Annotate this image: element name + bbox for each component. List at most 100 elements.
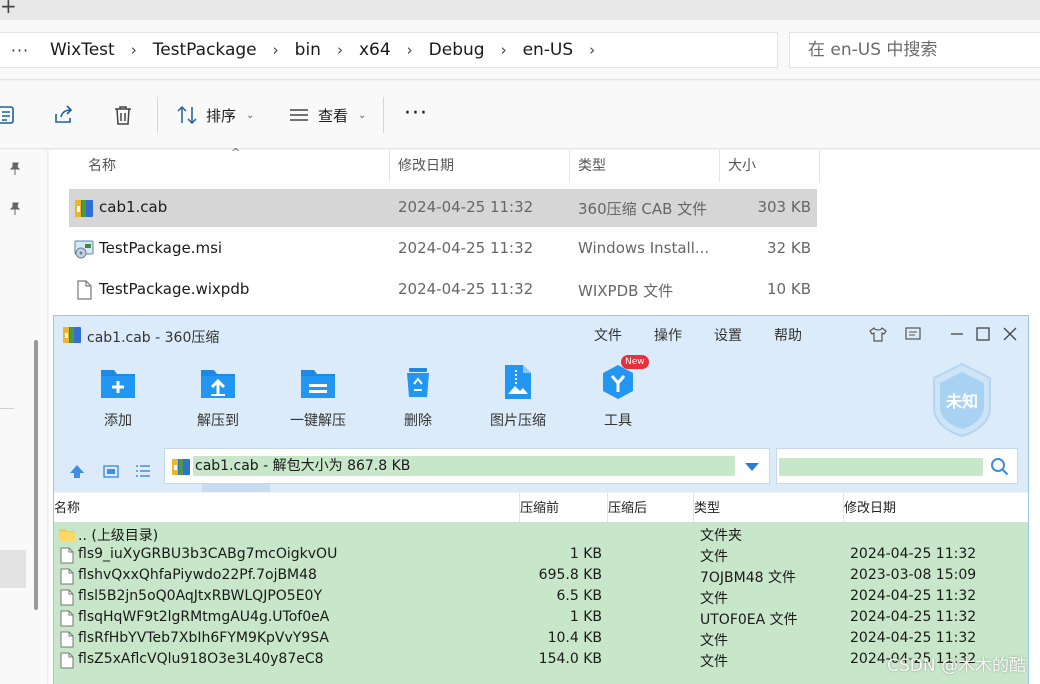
more-options-button[interactable]: ··· bbox=[404, 101, 428, 126]
archive-entry-date: 2024-04-25 11:32 bbox=[850, 630, 977, 646]
nav-selected-item[interactable] bbox=[0, 550, 26, 588]
properties-icon[interactable] bbox=[0, 103, 18, 127]
new-badge: New bbox=[621, 355, 649, 369]
file-date: 2024-04-25 11:32 bbox=[398, 198, 534, 216]
nav-scrollbar[interactable] bbox=[34, 340, 38, 610]
archive-row[interactable]: flsRfHbYVTeb7XbIh6FYM9KpVvY9SA 10.4 KB 文… bbox=[54, 629, 1028, 650]
archive-entry-name: flsRfHbYVTeb7XbIh6FYM9KpVvY9SA bbox=[78, 630, 329, 646]
column-header-date[interactable]: 修改日期 bbox=[390, 150, 570, 182]
breadcrumb-item-debug[interactable]: Debug bbox=[419, 40, 495, 60]
column-header-type[interactable]: 类型 bbox=[570, 150, 720, 182]
extract-to-button[interactable]: 解压到 bbox=[178, 362, 258, 442]
sort-button[interactable]: 排序 ⌄ bbox=[176, 101, 254, 129]
archive-entry-name: flsZ5xAflcVQlu918O3e3L40y87eC8 bbox=[78, 651, 324, 667]
column-header-size[interactable]: 大小 bbox=[720, 150, 820, 182]
archive-row-parent-dir[interactable]: .. (上级目录) 文件夹 bbox=[54, 524, 1028, 545]
folder-search-box[interactable] bbox=[789, 32, 1040, 68]
archive-entry-date: 2024-04-25 11:32 bbox=[850, 609, 977, 625]
menu-file[interactable]: 文件 bbox=[594, 325, 622, 345]
archive-entry-name: flsl5B2jn5oQ0AqJtxRBWLQJPO5E0Y bbox=[78, 588, 323, 604]
search-icon[interactable] bbox=[990, 457, 1010, 477]
image-compress-label: 图片压缩 bbox=[490, 413, 546, 429]
new-tab-button[interactable]: + bbox=[0, 0, 17, 18]
chevron-right-icon[interactable]: › bbox=[331, 41, 349, 59]
chevron-right-icon[interactable]: › bbox=[583, 41, 601, 59]
column-header-size-after[interactable]: 压缩后 bbox=[608, 493, 694, 522]
column-header-type[interactable]: 类型 bbox=[694, 493, 844, 522]
pin-icon[interactable] bbox=[8, 162, 22, 176]
archive-entry-name: .. (上级目录) bbox=[78, 528, 159, 544]
archive-row[interactable]: fls9_iuXyGRBU3b3CABg7mcOigkvOU 1 KB 文件 2… bbox=[54, 545, 1028, 566]
breadcrumb-item-en-us[interactable]: en-US bbox=[513, 40, 584, 60]
command-toolbar: 排序 ⌄ 查看 ⌄ ··· bbox=[0, 81, 1040, 149]
feedback-icon[interactable] bbox=[904, 325, 922, 343]
archive-entry-date: 2023-03-08 15:09 bbox=[850, 567, 977, 583]
sort-icon bbox=[177, 105, 197, 125]
archive-row[interactable]: flshvQxxQhfaPiywdo22Pf.7ojBM48 695.8 KB … bbox=[54, 566, 1028, 587]
quick-extract-button[interactable]: 一键解压 bbox=[278, 362, 358, 442]
archive-entry-type: 7OJBM48 文件 bbox=[700, 570, 797, 586]
archive-row[interactable]: flsqHqWF9t2lgRMtmgAU4g.UTof0eA 1 KB UTOF… bbox=[54, 608, 1028, 629]
image-compress-button[interactable]: 图片压缩 bbox=[478, 362, 558, 442]
file-type: Windows Install... bbox=[578, 239, 710, 257]
archive-path-field[interactable]: cab1.cab - 解包大小为 867.8 KB bbox=[164, 448, 770, 484]
add-button[interactable]: 添加 bbox=[78, 362, 158, 442]
archive-search-box[interactable] bbox=[776, 448, 1018, 484]
close-icon[interactable] bbox=[1001, 325, 1019, 343]
archive-entry-name: fls9_iuXyGRBU3b3CABg7mcOigkvOU bbox=[78, 546, 338, 562]
chevron-right-icon[interactable]: › bbox=[401, 41, 419, 59]
view-button[interactable]: 查看 ⌄ bbox=[288, 101, 366, 129]
security-status-text: 未知 bbox=[945, 392, 978, 411]
archive-list-header: 名称 压缩前 压缩后 类型 修改日期 bbox=[54, 493, 1028, 522]
breadcrumb-item-wixtest[interactable]: WixTest bbox=[40, 40, 125, 60]
chevron-down-icon: ⌄ bbox=[246, 109, 255, 121]
path-tab-indicator bbox=[202, 484, 270, 492]
menu-settings[interactable]: 设置 bbox=[714, 325, 742, 345]
dropdown-arrow-icon[interactable] bbox=[745, 463, 759, 471]
archive-entry-type: UTOF0EA 文件 bbox=[700, 612, 798, 628]
maximize-icon[interactable] bbox=[974, 325, 992, 343]
up-arrow-icon[interactable] bbox=[68, 462, 86, 480]
folder-search-input[interactable] bbox=[808, 40, 1028, 60]
tools-label: 工具 bbox=[604, 413, 632, 429]
menu-operate[interactable]: 操作 bbox=[654, 325, 682, 345]
column-header-date[interactable]: 修改日期 bbox=[844, 493, 1028, 522]
file-row-msi[interactable]: TestPackage.msi 2024-04-25 11:32 Windows… bbox=[69, 230, 817, 268]
breadcrumb-item-testpackage[interactable]: TestPackage bbox=[143, 40, 267, 60]
column-header-name[interactable]: 名称 bbox=[80, 150, 390, 182]
archive-search-input[interactable] bbox=[779, 458, 983, 476]
column-header-name[interactable]: 名称 bbox=[54, 493, 520, 522]
file-date: 2024-04-25 11:32 bbox=[398, 280, 534, 298]
archive-row[interactable]: flsZ5xAflcVQlu918O3e3L40y87eC8 154.0 KB … bbox=[54, 650, 1028, 671]
delete-icon[interactable] bbox=[111, 103, 135, 127]
archive-ribbon: 添加 解压到 一键解压 删除 图片压缩 工具 New 未知 bbox=[54, 352, 1028, 448]
breadcrumb-item-bin[interactable]: bin bbox=[285, 40, 331, 60]
add-label: 添加 bbox=[104, 413, 132, 429]
extract-to-icon bbox=[201, 370, 235, 398]
file-row-wixpdb[interactable]: TestPackage.wixpdb 2024-04-25 11:32 WIXP… bbox=[69, 271, 817, 309]
breadcrumb-overflow-button[interactable]: ··· bbox=[0, 41, 40, 60]
view-list-icon bbox=[290, 109, 308, 121]
archive-entry-type: 文件 bbox=[700, 654, 728, 670]
column-header-size-before[interactable]: 压缩前 bbox=[520, 493, 608, 522]
tools-button[interactable]: 工具 bbox=[578, 362, 658, 442]
file-row-cab1[interactable]: cab1.cab 2024-04-25 11:32 360压缩 CAB 文件 3… bbox=[69, 189, 817, 227]
nav-divider bbox=[0, 408, 14, 409]
archive-entry-type: 文件夹 bbox=[700, 528, 742, 544]
minimize-icon[interactable] bbox=[948, 325, 966, 343]
chevron-right-icon[interactable]: › bbox=[125, 41, 143, 59]
chevron-right-icon[interactable]: › bbox=[267, 41, 285, 59]
file-type: 360压缩 CAB 文件 bbox=[578, 200, 708, 218]
archive-row[interactable]: flsl5B2jn5oQ0AqJtxRBWLQJPO5E0Y 6.5 KB 文件… bbox=[54, 587, 1028, 608]
quick-extract-icon bbox=[301, 370, 335, 398]
list-view-icon[interactable] bbox=[134, 462, 152, 480]
breadcrumb-item-x64[interactable]: x64 bbox=[349, 40, 401, 60]
thumbnail-view-icon[interactable] bbox=[102, 462, 120, 480]
pin-icon[interactable] bbox=[8, 202, 22, 216]
share-icon[interactable] bbox=[52, 103, 76, 127]
menu-help[interactable]: 帮助 bbox=[774, 325, 802, 345]
security-status-badge[interactable]: 未知 bbox=[930, 362, 994, 438]
chevron-right-icon[interactable]: › bbox=[495, 41, 513, 59]
delete-button[interactable]: 删除 bbox=[378, 362, 458, 442]
skin-shirt-icon[interactable] bbox=[869, 325, 887, 343]
